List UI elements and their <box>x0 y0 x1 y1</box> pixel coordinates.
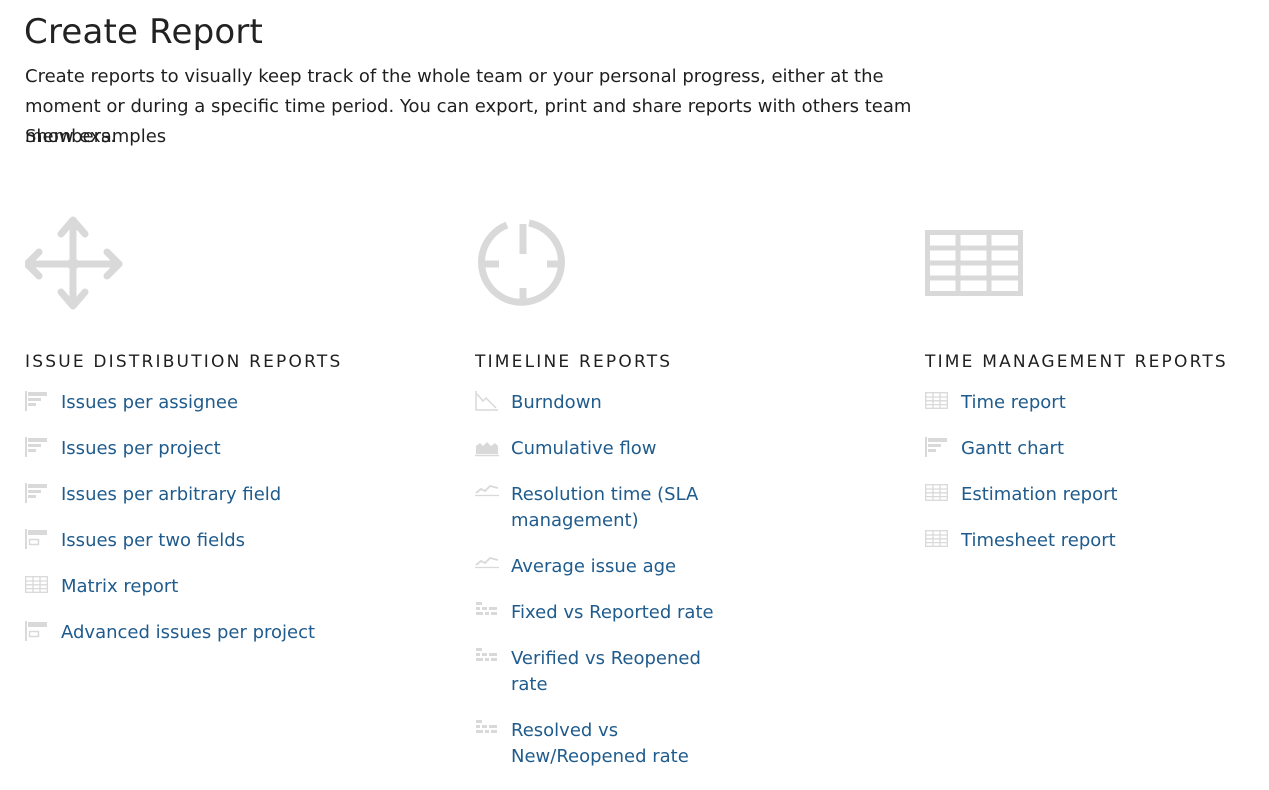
report-link-label: Issues per assignee <box>61 392 239 413</box>
issue-distribution-list: Issues per assignee Issues per project I… <box>25 390 385 646</box>
report-link-label: Timesheet report <box>961 530 1116 551</box>
report-timesheet[interactable]: Timesheet report <box>925 528 1269 554</box>
report-time-report[interactable]: Time report <box>925 390 1269 416</box>
two-fields-icon <box>25 529 49 549</box>
report-resolution-time[interactable]: Resolution time (SLA management) <box>475 482 835 534</box>
report-estimation[interactable]: Estimation report <box>925 482 1269 508</box>
rate-icon <box>475 601 499 621</box>
burndown-icon <box>475 391 499 411</box>
two-fields-icon <box>25 621 49 641</box>
area-chart-icon <box>475 437 499 457</box>
report-cumulative-flow[interactable]: Cumulative flow <box>475 436 835 462</box>
bar-list-icon <box>25 483 49 503</box>
table-icon <box>925 483 949 503</box>
bar-list-icon <box>25 437 49 457</box>
table-icon <box>925 529 949 549</box>
bar-list-icon <box>925 437 949 457</box>
report-link-label: Advanced issues per project <box>61 622 316 643</box>
report-advanced-issues-per-project[interactable]: Advanced issues per project <box>25 620 385 646</box>
report-link-label: Gantt chart <box>961 438 1065 459</box>
report-issues-per-two-fields[interactable]: Issues per two fields <box>25 528 385 554</box>
report-link-label: Resolution time (SLA management) <box>511 484 699 531</box>
report-link-label: Issues per project <box>61 438 221 459</box>
report-issues-per-assignee[interactable]: Issues per assignee <box>25 390 385 416</box>
report-link-label: Verified vs Reopened rate <box>511 648 701 695</box>
time-management-heading: TIME MANAGEMENT REPORTS <box>925 352 1228 372</box>
table-icon <box>925 391 949 411</box>
report-link-label: Fixed vs Reported rate <box>511 602 714 623</box>
report-link-label: Matrix report <box>61 576 179 597</box>
report-average-issue-age[interactable]: Average issue age <box>475 554 835 580</box>
report-link-label: Average issue age <box>511 556 677 577</box>
report-burndown[interactable]: Burndown <box>475 390 835 416</box>
rate-icon <box>475 719 499 739</box>
show-examples-link[interactable]: Show examples <box>25 122 166 152</box>
grid-table-icon <box>925 212 1269 316</box>
report-link-label: Cumulative flow <box>511 438 657 459</box>
timeline-column: TIMELINE REPORTS Burndown Cumulative flo… <box>475 212 835 790</box>
timeline-heading: TIMELINE REPORTS <box>475 352 673 372</box>
report-link-label: Resolved vs New/Reopened rate <box>511 720 689 767</box>
bar-list-icon <box>25 391 49 411</box>
report-resolved-vs-new-reopened[interactable]: Resolved vs New/Reopened rate <box>475 718 835 770</box>
issue-distribution-heading: ISSUE DISTRIBUTION REPORTS <box>25 352 343 372</box>
report-issues-per-arbitrary-field[interactable]: Issues per arbitrary field <box>25 482 385 508</box>
table-icon <box>25 575 49 595</box>
report-link-label: Issues per arbitrary field <box>61 484 282 505</box>
report-link-label: Estimation report <box>961 484 1118 505</box>
report-link-label: Issues per two fields <box>61 530 245 551</box>
report-gantt-chart[interactable]: Gantt chart <box>925 436 1269 462</box>
timeline-list: Burndown Cumulative flow Resolution time… <box>475 390 835 770</box>
page-title: Create Report <box>24 12 264 52</box>
move-arrows-icon <box>25 212 385 316</box>
issue-distribution-column: ISSUE DISTRIBUTION REPORTS Issues per as… <box>25 212 385 666</box>
line-chart-icon <box>475 555 499 575</box>
rate-icon <box>475 647 499 667</box>
report-matrix[interactable]: Matrix report <box>25 574 385 600</box>
time-management-list: Time report Gantt chart Estimation repor… <box>925 390 1269 554</box>
report-fixed-vs-reported[interactable]: Fixed vs Reported rate <box>475 600 835 626</box>
report-issues-per-project[interactable]: Issues per project <box>25 436 385 462</box>
report-link-label: Time report <box>961 392 1066 413</box>
timer-icon <box>475 212 835 316</box>
line-chart-icon <box>475 483 499 503</box>
report-verified-vs-reopened[interactable]: Verified vs Reopened rate <box>475 646 835 698</box>
time-management-column: TIME MANAGEMENT REPORTS Time report Gant… <box>925 212 1269 574</box>
report-link-label: Burndown <box>511 392 602 413</box>
